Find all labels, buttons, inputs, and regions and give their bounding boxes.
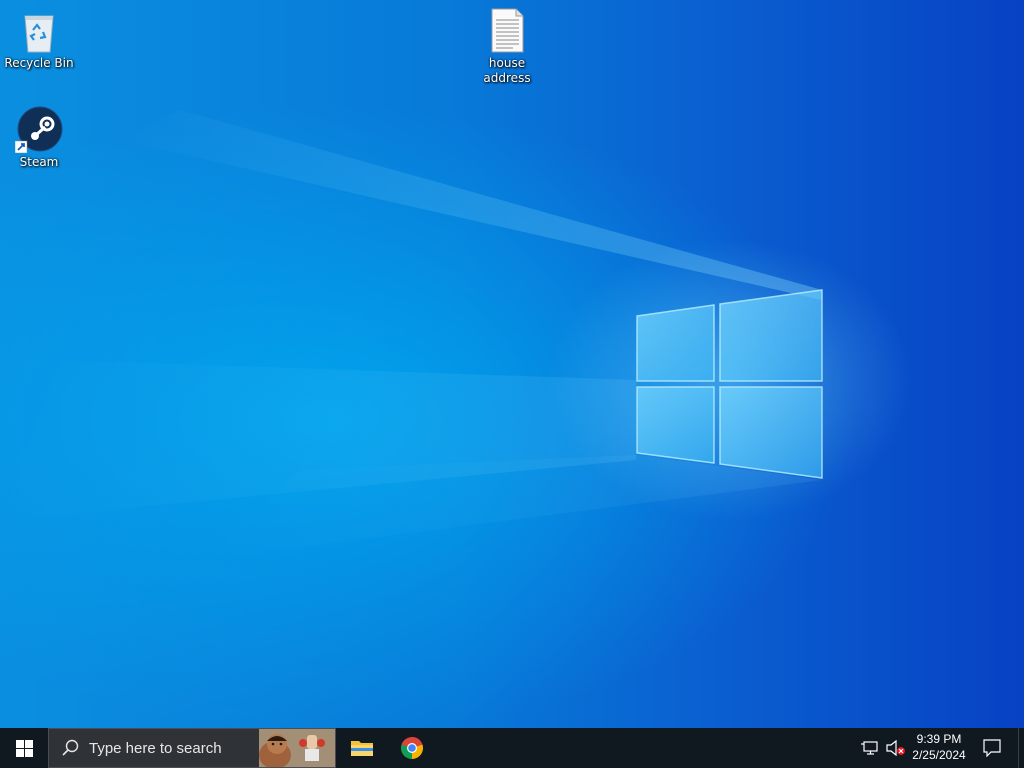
show-desktop-button[interactable] [1018,728,1024,768]
desktop-icon-label: house address [483,56,531,85]
text-document-icon [483,6,531,54]
volume-muted-icon [886,740,905,756]
search-highlight-image[interactable] [259,729,335,769]
desktop[interactable]: Recycle Bin Steam house address [0,0,1024,728]
chrome-icon [401,737,423,759]
windows-logo-wallpaper [636,289,823,479]
desktop-icon-label: Recycle Bin [4,56,74,70]
folder-icon [351,741,373,756]
tray-volume-button[interactable] [884,728,908,768]
taskbar-clock[interactable]: 9:39 PM 2/25/2024 [908,728,970,768]
desktop-icon-label: Steam [19,155,59,169]
windows-logo-icon [15,739,33,757]
desktop-icon-house-address[interactable]: house address [469,6,545,86]
network-icon [861,741,878,755]
search-box[interactable]: Type here to search [48,728,336,769]
search-icon [62,739,79,756]
recycle-bin-icon [15,6,63,54]
steam-icon [14,105,63,154]
clock-time: 9:39 PM [916,732,962,746]
taskbar: Type here to search 9:39 PM 2/25/2024 [0,728,1024,769]
tray-network-button[interactable] [858,728,882,768]
taskbar-file-explorer-button[interactable] [338,728,386,768]
search-placeholder: Type here to search [89,739,222,757]
desktop-icon-steam[interactable]: Steam [1,105,77,170]
action-center-icon [983,739,1001,757]
taskbar-chrome-button[interactable] [388,728,436,768]
wallpaper [0,110,823,560]
start-button[interactable] [0,728,48,768]
action-center-button[interactable] [974,728,1010,768]
clock-date: 2/25/2024 [912,748,966,762]
desktop-icon-recycle-bin[interactable]: Recycle Bin [1,6,77,71]
